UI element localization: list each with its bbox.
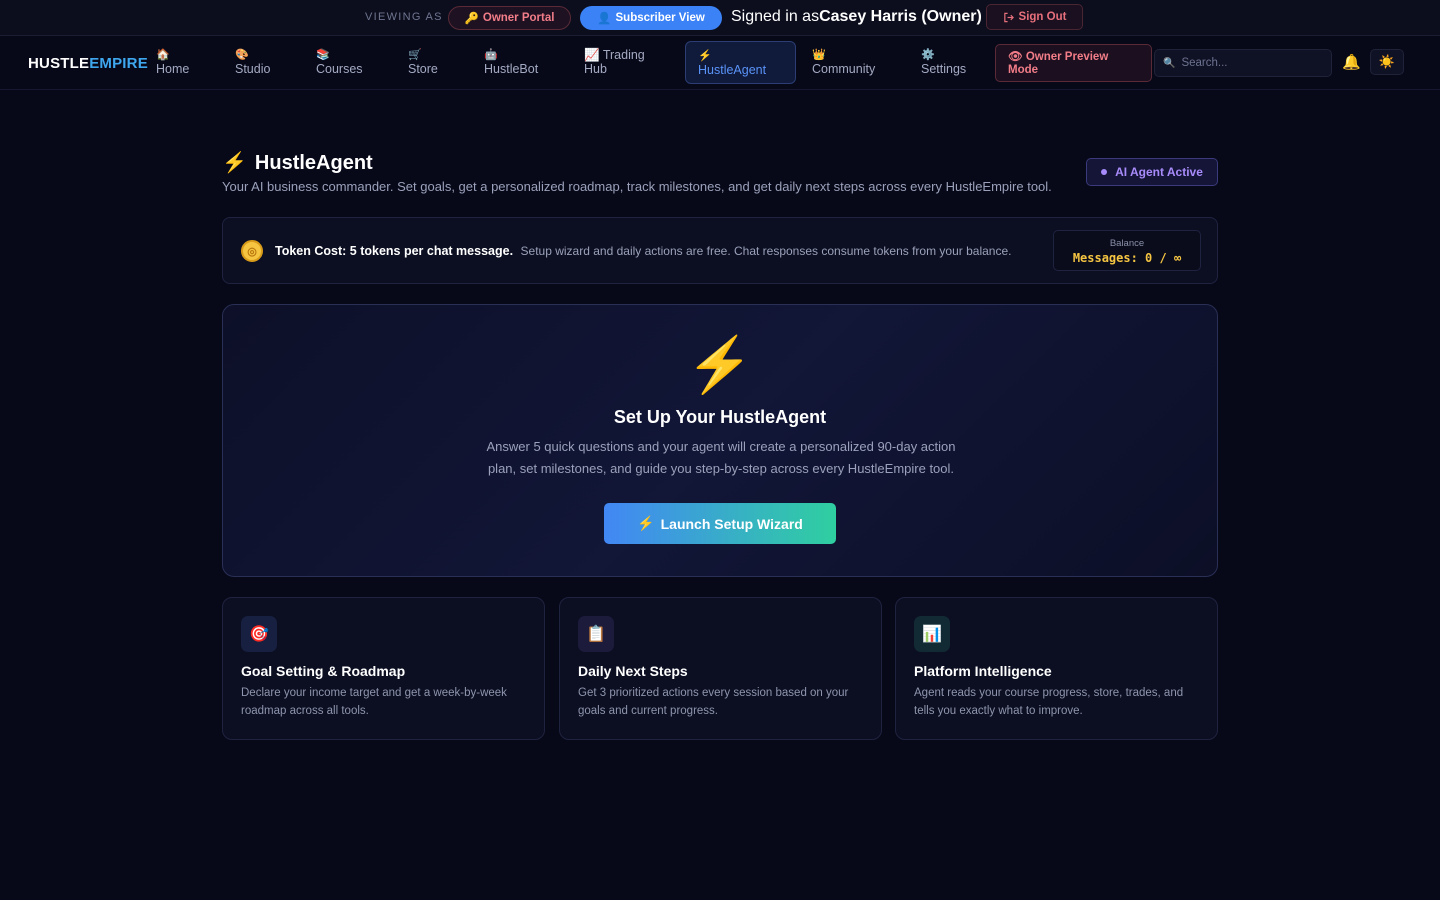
feature-card-daily-next-steps: 📋 Daily Next Steps Get 3 prioritized act…	[559, 597, 882, 740]
clipboard-icon: 📋	[578, 616, 614, 652]
token-cost-card: ◎ Token Cost: 5 tokens per chat message.…	[222, 217, 1218, 284]
nav-item-store[interactable]: 🛒 Store	[408, 48, 438, 76]
lightning-icon: ⚡	[698, 50, 712, 62]
lightning-icon: ⚡	[222, 152, 247, 174]
token-cost-note: Setup wizard and daily actions are free.…	[520, 244, 1012, 258]
setup-title: Set Up Your HustleAgent	[613, 407, 827, 427]
owner-preview-mode-button[interactable]: 👁 Owner Preview Mode	[995, 44, 1152, 82]
balance-label: Balance	[1109, 238, 1145, 249]
sign-out-icon	[1003, 12, 1014, 22]
search-placeholder: Search...	[1181, 57, 1228, 69]
lightning-icon: ⚡	[686, 335, 754, 395]
token-cost-label: Token Cost: 5 tokens per chat message.	[275, 244, 514, 258]
nav-item-label: Courses	[316, 62, 363, 76]
nav-item-label-line2: Hub	[584, 62, 607, 76]
nav-item-settings[interactable]: ⚙️ Settings	[921, 48, 966, 76]
owner-preview-label-line2: Mode	[1008, 64, 1039, 76]
setup-description: Answer 5 quick questions and your agent …	[486, 439, 956, 476]
token-cost-text: Token Cost: 5 tokens per chat message. S…	[275, 244, 1011, 258]
search-icon: 🔍	[1163, 58, 1176, 69]
setup-card: ⚡ Set Up Your HustleAgent Answer 5 quick…	[222, 304, 1218, 577]
page-title-text: HustleAgent	[254, 152, 373, 174]
feature-title: Daily Next Steps	[578, 663, 688, 679]
feature-description: Agent reads your course progress, store,…	[914, 687, 1184, 717]
nav-item-trading-hub[interactable]: 📈 Trading Hub	[584, 48, 645, 76]
crown-icon: 👑	[812, 49, 826, 61]
robot-icon: 🤖	[484, 49, 498, 61]
cart-icon: 🛒	[408, 49, 422, 61]
logo-part-1: HUSTLE	[28, 55, 90, 72]
viewing-as-bar: VIEWING AS 🔑 Owner Portal 👤 Subscriber V…	[0, 0, 1440, 36]
nav-item-home[interactable]: 🏠 Home	[156, 48, 189, 76]
nav-item-label: Community	[812, 62, 876, 76]
nav-item-studio[interactable]: 🎨 Studio	[235, 48, 270, 76]
target-icon: 🎯	[241, 616, 277, 652]
feature-card-goal-setting: 🎯 Goal Setting & Roadmap Declare your in…	[222, 597, 545, 740]
feature-description: Get 3 prioritized actions every session …	[578, 687, 849, 717]
subscriber-view-label: Subscriber View	[615, 12, 705, 24]
launch-setup-wizard-button[interactable]: ⚡ Launch Setup Wizard	[604, 503, 836, 544]
sun-icon: ☀️	[1378, 54, 1396, 69]
nav-item-label: HustleAgent	[698, 63, 767, 77]
books-icon: 📚	[316, 49, 330, 61]
logo[interactable]: HUSTLEEMPIRE	[28, 55, 148, 72]
page-title: ⚡ HustleAgent	[222, 150, 373, 175]
palette-icon: 🎨	[235, 49, 249, 61]
search-input[interactable]: 🔍 Search...	[1154, 49, 1332, 77]
owner-portal-button[interactable]: 🔑 Owner Portal	[448, 6, 571, 30]
feature-description: Declare your income target and get a wee…	[241, 687, 507, 717]
nav-item-label: Home	[156, 62, 190, 76]
signed-in-status: Signed in asCasey Harris (Owner)	[731, 8, 982, 26]
sign-out-label: Sign Out	[1018, 11, 1067, 23]
theme-toggle-button[interactable]: ☀️	[1370, 49, 1404, 75]
main-nav: HUSTLEEMPIRE 🏠 Home 🎨 Studio 📚 Courses 🛒…	[0, 36, 1440, 90]
agent-status-badge: AI Agent Active	[1086, 158, 1218, 186]
feature-card-platform-intelligence: 📊 Platform Intelligence Agent reads your…	[895, 597, 1218, 740]
page-description: Your AI business commander. Set goals, g…	[222, 179, 1052, 194]
user-icon: 👤	[597, 13, 612, 25]
status-dot	[1101, 169, 1108, 175]
nav-item-label-line1: Trading	[602, 48, 645, 62]
nav-item-label: Store	[408, 62, 438, 76]
bar-chart-icon: 📊	[914, 616, 950, 652]
bell-icon[interactable]: 🔔	[1342, 53, 1361, 71]
owner-portal-label: Owner Portal	[482, 12, 555, 24]
key-icon: 🔑	[464, 13, 479, 25]
logo-part-2: EMPIRE	[89, 55, 148, 72]
owner-preview-label-line1: Owner Preview	[1025, 51, 1109, 63]
coin-icon: ◎	[241, 240, 263, 262]
launch-setup-wizard-label: Launch Setup Wizard	[660, 515, 803, 532]
nav-item-community[interactable]: 👑 Community	[812, 48, 875, 76]
nav-item-hustleagent[interactable]: ⚡ HustleAgent	[685, 41, 796, 84]
nav-item-hustlebot[interactable]: 🤖 HustleBot	[484, 48, 538, 76]
nav-item-label: HustleBot	[484, 62, 539, 76]
token-balance: Balance Messages: 0 / ∞	[1053, 230, 1201, 271]
gear-icon: ⚙️	[921, 49, 935, 61]
chart-up-icon: 📈	[584, 48, 600, 62]
balance-value: Messages: 0 / ∞	[1072, 251, 1182, 265]
agent-status-label: AI Agent Active	[1115, 165, 1203, 179]
nav-item-label: Studio	[235, 62, 271, 76]
subscriber-view-button[interactable]: 👤 Subscriber View	[580, 6, 722, 30]
signed-in-user: Casey Harris (Owner)	[819, 8, 982, 25]
viewing-as-label: VIEWING AS	[365, 11, 443, 23]
house-icon: 🏠	[156, 49, 170, 61]
nav-item-courses[interactable]: 📚 Courses	[316, 48, 363, 76]
signed-in-prefix: Signed in as	[731, 8, 820, 25]
nav-item-label: Settings	[921, 62, 967, 76]
sign-out-button[interactable]: Sign Out	[986, 4, 1083, 30]
feature-title: Platform Intelligence	[914, 663, 1052, 679]
lightning-icon: ⚡	[637, 515, 655, 531]
eye-icon: 👁	[1008, 51, 1023, 63]
feature-title: Goal Setting & Roadmap	[241, 663, 406, 679]
